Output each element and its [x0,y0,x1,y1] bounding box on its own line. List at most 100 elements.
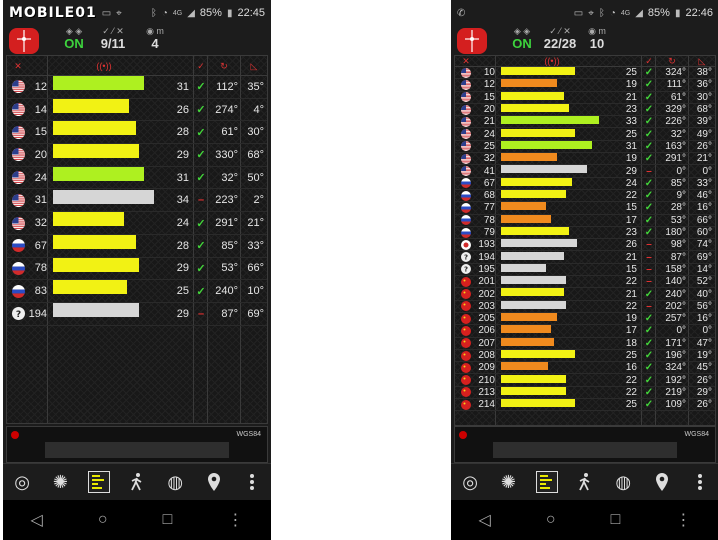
snr-value: 28 [176,126,189,139]
walker-icon[interactable] [126,471,148,493]
satellite-row[interactable]: 78 29 ✓ 53° 66° [7,257,267,281]
constellation-flag-icon: ? [7,303,29,325]
check-x-icon: ✓ ⁄ ✕ [102,26,124,36]
compass-icon[interactable]: ◎ [459,471,481,493]
recents-icon[interactable]: □ [611,511,621,529]
satellite-row[interactable]: 79 23 ✓ 180° 60° [455,226,715,240]
azimuth-value: 87° [221,307,238,320]
satellite-row[interactable]: 205 19 ✓ 257° 16° [455,313,715,326]
satellite-row[interactable]: 24 25 ✓ 32° 49° [455,128,715,141]
elevation-value: 49° [696,128,712,140]
satellite-row[interactable]: 20 23 ✓ 329° 68° [455,103,715,117]
satellite-row[interactable]: 41 29– 0° 0° [455,165,715,178]
satellite-row[interactable]: ? 194 29– 87° 69° [7,303,267,326]
satellite-row[interactable]: ? 195 15– 158° 14° [455,263,715,277]
satellite-row[interactable]: 20 29 ✓ 330° 68° [7,144,267,167]
signal-strength-bar [501,91,564,100]
map-pin-icon[interactable] [651,471,673,493]
map-pin-icon[interactable] [203,471,225,493]
signal-column-icon[interactable]: ((•)) [497,56,607,67]
satellite-row[interactable]: 21 33 ✓ 226° 39° [455,116,715,129]
back-icon[interactable]: ◁ [479,510,491,530]
unused-dash-icon: – [646,300,652,312]
prn-label: 15 [34,126,47,139]
signal-strength-bar [53,234,136,249]
signal-bars-icon[interactable] [87,471,110,493]
satellite-row[interactable]: 12 19 ✓ 111° 36° [455,79,715,92]
snr-value: 19 [625,313,637,325]
signal-bars-icon[interactable] [535,471,558,493]
satellite-column-icon[interactable]: ✕ [455,56,477,67]
more-icon[interactable]: ⋮ [227,510,243,530]
satellite-row[interactable]: 209 16 ✓ 324° 45° [455,362,715,375]
prn-label: 213 [478,386,495,398]
signal-strength-bar [53,189,154,204]
more-icon[interactable]: ⋮ [675,510,691,530]
azimuth-column-icon[interactable]: ↻ [656,56,688,67]
elevation-value: 38° [696,67,712,79]
snr-value: 15 [625,202,637,214]
satellite-row[interactable]: 207 18 ✓ 171° 47° [455,337,715,350]
satellite-row[interactable]: 77 15 ✓ 28° 16° [455,202,715,215]
home-icon[interactable]: ○ [98,511,108,529]
prn-label: 32 [483,153,495,165]
satellite-row[interactable]: 14 26 ✓ 274° 4° [7,98,267,122]
signal-strength-bar [501,177,573,186]
satellite-row[interactable]: 214 25 ✓ 109° 26° [455,399,715,412]
signal-column-icon[interactable]: ((•)) [49,56,159,76]
constellation-flag-icon [455,104,477,115]
used-column-icon[interactable]: ✓ [643,56,655,67]
satellite-row[interactable]: 78 17 ✓ 53° 66° [455,214,715,227]
compass-icon[interactable]: ◎ [11,471,33,493]
snr-value: 26 [176,103,189,116]
satellite-row[interactable]: 206 17 ✓ 0° 0° [455,325,715,338]
satellite-row[interactable]: 10 25 ✓ 324° 38° [455,67,715,80]
wifi-icon: ◔ [161,7,168,19]
app-logo[interactable] [457,28,487,54]
elevation-column-icon[interactable]: ◺ [689,56,715,67]
used-check-icon: ✓ [644,313,654,325]
overflow-menu-icon[interactable] [689,471,711,493]
satellite-row[interactable]: 201 22– 140° 52° [455,276,715,289]
globe-icon[interactable]: ◍ [612,471,634,493]
recents-icon[interactable]: □ [163,511,173,529]
home-icon[interactable]: ○ [546,511,556,529]
radar-icon[interactable]: ✺ [49,471,71,493]
radar-icon[interactable]: ✺ [497,471,519,493]
android-nav-bar: ◁ ○ □ ⋮ [451,500,718,540]
satellite-row[interactable]: 24 31 ✓ 32° 50° [7,166,267,190]
satellite-row[interactable]: 15 21 ✓ 61° 30° [455,91,715,104]
satellite-row[interactable]: 193 26– 98° 74° [455,239,715,252]
elevation-column-icon[interactable]: ◺ [241,56,267,76]
satellite-row[interactable]: 68 22 ✓ 9° 46° [455,190,715,203]
satellite-row[interactable]: ? 194 21– 87° 69° [455,251,715,264]
constellation-flag-icon [7,190,29,212]
azimuth-column-icon[interactable]: ↻ [208,56,240,76]
satellite-row[interactable]: 83 25 ✓ 240° 10° [7,280,267,303]
satellite-row[interactable]: 31 34–223° 2° [7,189,267,213]
satellite-row[interactable]: 25 31 ✓ 163° 26° [455,140,715,154]
satellite-row[interactable]: 210 22 ✓ 192° 26° [455,374,715,387]
globe-icon[interactable]: ◍ [164,471,186,493]
satellite-row[interactable]: 67 28 ✓ 85° 33° [7,234,267,258]
satellite-row[interactable]: 213 22 ✓ 219° 29° [455,386,715,400]
overflow-menu-icon[interactable] [241,471,263,493]
satellite-row[interactable]: 202 21 ✓ 240° 40° [455,288,715,301]
used-column-icon[interactable]: ✓ [195,56,207,76]
back-icon[interactable]: ◁ [31,510,43,530]
satellite-row[interactable]: 32 19 ✓ 291° 21° [455,153,715,166]
azimuth-value: 98° [670,239,686,251]
satellite-row[interactable]: 67 24 ✓ 85° 33° [455,177,715,190]
satellite-row[interactable]: 15 28 ✓ 61° 30° [7,121,267,145]
satellite-row[interactable]: 32 24 ✓ 291° 21° [7,212,267,235]
app-logo[interactable] [9,28,39,54]
azimuth-value: 291° [215,217,238,230]
satellite-row[interactable]: 208 25 ✓ 196° 19° [455,349,715,363]
prn-label: 195 [478,263,495,275]
satellite-column-icon[interactable]: ✕ [7,56,29,76]
satellite-row[interactable]: 203 22– 202° 56° [455,300,715,313]
satellite-row[interactable]: 12 31 ✓ 112° 35° [7,76,267,99]
coordinate-panel: WGS84 [6,426,268,463]
used-check-icon: ✓ [196,217,206,230]
walker-icon[interactable] [574,471,596,493]
